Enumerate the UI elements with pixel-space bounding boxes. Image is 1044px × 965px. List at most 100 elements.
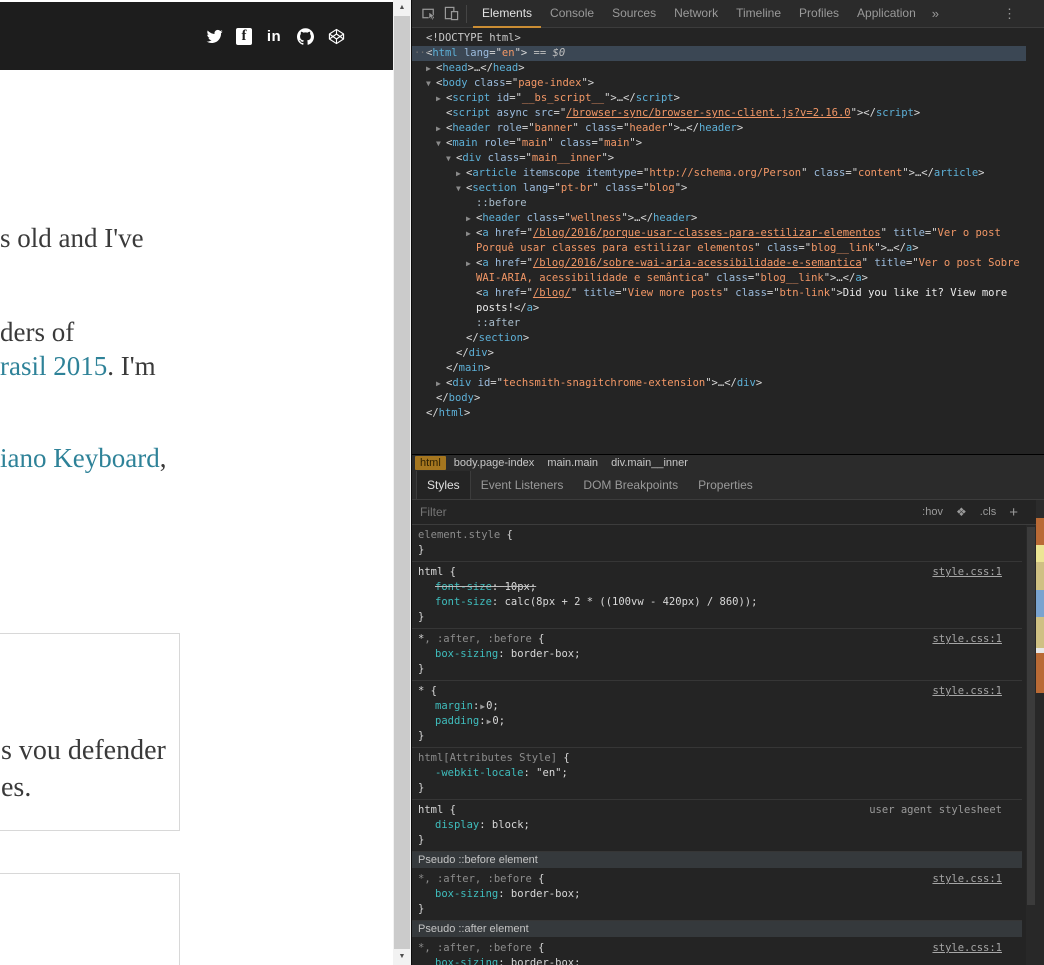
rule-selector-line[interactable]: * {style.css:1 — [418, 684, 1020, 699]
sidebar-tab-event-listeners[interactable]: Event Listeners — [471, 471, 574, 499]
styles-scrollbar-thumb[interactable] — [1027, 527, 1035, 905]
stylesheet-link[interactable]: style.css:1 — [932, 941, 1002, 956]
stylesheet-link[interactable]: style.css:1 — [932, 872, 1002, 887]
expand-property-arrow-icon[interactable]: ▶ — [487, 717, 492, 726]
breadcrumb-item[interactable]: div.main__inner — [606, 456, 693, 470]
expand-arrow-icon[interactable]: ▶ — [466, 211, 471, 226]
tab-elements[interactable]: Elements — [473, 0, 541, 28]
dom-node-line[interactable]: </main> — [412, 361, 1026, 376]
rule-selector-line[interactable]: html {style.css:1 — [418, 565, 1020, 580]
dom-node-line[interactable]: </section> — [412, 331, 1026, 346]
dom-node-line[interactable]: ::after — [412, 316, 1026, 331]
resource-link[interactable]: /blog/2016/porque-usar-classes-para-esti… — [533, 227, 881, 239]
github-icon[interactable] — [296, 27, 314, 45]
dom-node-line[interactable]: <script async src="/browser-sync/browser… — [412, 106, 1026, 121]
breadcrumb-item[interactable]: body.page-index — [449, 456, 540, 470]
collapse-arrow-icon[interactable]: ▼ — [446, 151, 451, 166]
page-link[interactable]: iano Keyboard — [0, 443, 160, 473]
blog-post-card[interactable] — [0, 873, 180, 965]
tab-sources[interactable]: Sources — [603, 0, 665, 28]
dom-node-line[interactable]: ▶<div id="techsmith-snagitchrome-extensi… — [412, 376, 1026, 391]
dom-node-line[interactable]: ▶<script id="__bs_script__">…</script> — [412, 91, 1026, 106]
page-scrollbar-thumb[interactable] — [394, 16, 410, 949]
dom-node-line[interactable]: <html lang="en"> == $0 — [412, 46, 1026, 61]
resource-link[interactable]: /browser-sync/browser-sync-client.js?v=2… — [566, 107, 850, 119]
stylesheet-link[interactable]: style.css:1 — [932, 632, 1002, 647]
tab-console[interactable]: Console — [541, 0, 603, 28]
toggle-element-state-button[interactable]: :hov — [922, 506, 943, 518]
devtools-menu-icon[interactable]: ⋮ — [995, 6, 1024, 22]
rule-selector-line[interactable]: *, :after, :before {style.css:1 — [418, 872, 1020, 887]
rule-selector-line[interactable]: element.style { — [418, 528, 1020, 543]
css-property[interactable]: font-size: 10px; — [418, 580, 1020, 595]
element-classes-button[interactable]: .cls — [980, 506, 997, 518]
blog-post-card[interactable]: s vou defender es. — [0, 633, 180, 831]
resource-link[interactable]: /blog/ — [533, 287, 571, 299]
collapse-arrow-icon[interactable]: ▼ — [436, 136, 441, 151]
breadcrumb-item[interactable]: main.main — [542, 456, 603, 470]
tab-timeline[interactable]: Timeline — [727, 0, 790, 28]
device-toolbar-icon[interactable] — [440, 4, 462, 24]
sidebar-tab-dom-breakpoints[interactable]: DOM Breakpoints — [573, 471, 688, 499]
css-property[interactable]: -webkit-locale: "en"; — [418, 766, 1020, 781]
tab-network[interactable]: Network — [665, 0, 727, 28]
new-style-rule-button[interactable]: + — [1009, 504, 1018, 521]
collapse-arrow-icon[interactable]: ▼ — [426, 76, 431, 91]
dom-node-line[interactable]: </body> — [412, 391, 1026, 406]
shadow-root-diamond-icon[interactable]: ❖ — [956, 505, 967, 519]
dom-node-line[interactable]: <a href="/blog/" title="View more posts"… — [412, 286, 1026, 316]
expand-arrow-icon[interactable]: ▶ — [456, 166, 461, 181]
dom-node-line[interactable]: ▶<a href="/blog/2016/porque-usar-classes… — [412, 226, 1026, 256]
expand-arrow-icon[interactable]: ▶ — [436, 121, 441, 136]
rule-selector-line[interactable]: html {user agent stylesheet — [418, 803, 1020, 818]
css-property[interactable]: box-sizing: border-box; — [418, 887, 1020, 902]
tab-profiles[interactable]: Profiles — [790, 0, 848, 28]
scroll-down-arrow-icon[interactable]: ▼ — [393, 949, 411, 965]
styles-filter-input[interactable]: Filter — [420, 505, 909, 519]
css-property[interactable]: display: block; — [418, 818, 1020, 833]
facebook-icon[interactable]: f — [236, 28, 252, 45]
linkedin-icon[interactable]: in — [265, 27, 283, 45]
dom-node-line[interactable]: ▼<main role="main" class="main"> — [412, 136, 1026, 151]
css-property[interactable]: padding:▶0; — [418, 714, 1020, 729]
dom-node-line[interactable]: ▶<header class="wellness">…</header> — [412, 211, 1026, 226]
expand-arrow-icon[interactable]: ▶ — [466, 226, 471, 241]
page-scrollbar[interactable]: ▲ ▼ — [393, 0, 411, 965]
dom-node-line[interactable]: ▶<head>…</head> — [412, 61, 1026, 76]
expand-arrow-icon[interactable]: ▶ — [436, 376, 441, 391]
stylesheet-link[interactable]: style.css:1 — [932, 684, 1002, 699]
scroll-up-arrow-icon[interactable]: ▲ — [393, 0, 411, 16]
dom-node-line[interactable]: ▼<div class="main__inner"> — [412, 151, 1026, 166]
page-link[interactable]: rasil 2015 — [0, 351, 107, 381]
rule-selector-line[interactable]: *, :after, :before {style.css:1 — [418, 632, 1020, 647]
expand-arrow-icon[interactable]: ▶ — [426, 61, 431, 76]
css-property[interactable]: font-size: calc(8px + 2 * ((100vw - 420p… — [418, 595, 1020, 610]
breadcrumb-item[interactable]: html — [415, 456, 446, 470]
expand-arrow-icon[interactable]: ▶ — [466, 256, 471, 271]
codepen-icon[interactable] — [327, 27, 345, 45]
twitter-icon[interactable] — [205, 27, 223, 45]
dom-node-line[interactable]: <!DOCTYPE html> — [412, 31, 1026, 46]
dom-node-line[interactable]: ▶<header role="banner" class="header">…<… — [412, 121, 1026, 136]
expand-property-arrow-icon[interactable]: ▶ — [480, 702, 485, 711]
dom-node-line[interactable]: ::before — [412, 196, 1026, 211]
sidebar-tab-properties[interactable]: Properties — [688, 471, 763, 499]
tab-application[interactable]: Application — [848, 0, 925, 28]
dom-node-line[interactable]: ▶<a href="/blog/2016/sobre-wai-aria-aces… — [412, 256, 1026, 286]
stylesheet-link[interactable]: style.css:1 — [932, 565, 1002, 580]
css-property[interactable]: box-sizing: border-box; — [418, 956, 1020, 965]
collapse-arrow-icon[interactable]: ▼ — [456, 181, 461, 196]
dom-node-line[interactable]: ▼<section lang="pt-br" class="blog"> — [412, 181, 1026, 196]
rule-selector-line[interactable]: html[Attributes Style] { — [418, 751, 1020, 766]
expand-arrow-icon[interactable]: ▶ — [436, 91, 441, 106]
dom-node-line[interactable]: ▼<body class="page-index"> — [412, 76, 1026, 91]
resource-link[interactable]: /blog/2016/sobre-wai-aria-acessibilidade… — [533, 257, 862, 269]
css-property[interactable]: margin:▶0; — [418, 699, 1020, 714]
more-tabs-chevron-icon[interactable]: » — [925, 1, 946, 27]
dom-node-line[interactable]: </html> — [412, 406, 1026, 421]
dom-node-line[interactable]: ▶<article itemscope itemtype="http://sch… — [412, 166, 1026, 181]
dom-node-line[interactable]: </div> — [412, 346, 1026, 361]
inspect-element-icon[interactable] — [418, 4, 440, 24]
sidebar-tab-styles[interactable]: Styles — [416, 471, 471, 499]
css-property[interactable]: box-sizing: border-box; — [418, 647, 1020, 662]
